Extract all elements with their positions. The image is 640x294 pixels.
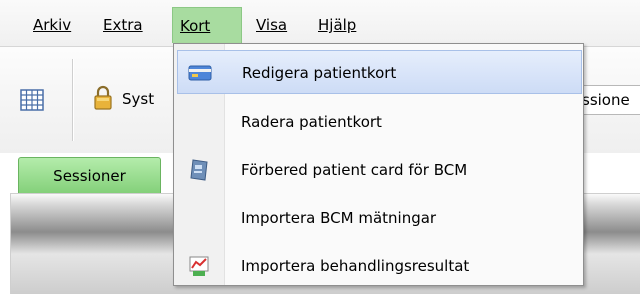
menu-visa-label: Visa xyxy=(256,16,288,34)
card-icon xyxy=(188,65,212,81)
kort-dropdown-menu: Redigera patientkort Radera patientkort … xyxy=(173,43,584,286)
menu-extra[interactable]: Extra xyxy=(96,7,150,43)
menu-arkiv[interactable]: Arkiv xyxy=(26,7,78,43)
tab-sessioner[interactable]: Sessioner xyxy=(18,157,161,193)
menu-item-importera-behandlingsresultat[interactable]: Importera behandlingsresultat xyxy=(177,244,582,288)
menu-visa[interactable]: Visa xyxy=(249,7,294,43)
menu-item-label: Importera behandlingsresultat xyxy=(241,257,470,275)
sessions-button[interactable]: ssione xyxy=(575,85,640,115)
menu-item-redigera-patientkort[interactable]: Redigera patientkort xyxy=(177,50,582,94)
menu-extra-label: Extra xyxy=(103,16,143,34)
menu-item-importera-bcm[interactable]: Importera BCM mätningar xyxy=(177,196,582,240)
grid-icon xyxy=(20,89,44,111)
menu-arkiv-label: Arkiv xyxy=(33,16,72,34)
menu-item-forbered-patient-card[interactable]: Förbered patient card för BCM xyxy=(177,148,582,192)
menu-item-radera-patientkort[interactable]: Radera patientkort xyxy=(177,100,582,144)
menu-item-label: Redigera patientkort xyxy=(242,64,397,82)
sessions-button-label: ssione xyxy=(582,91,630,109)
menu-hjalp[interactable]: Hjälp xyxy=(311,7,363,43)
system-button[interactable]: Syst xyxy=(92,85,182,115)
import-results-icon xyxy=(189,256,209,276)
menu-item-label: Förbered patient card för BCM xyxy=(241,161,468,179)
menu-kort[interactable]: Kort xyxy=(172,7,242,43)
menu-item-label: Importera BCM mätningar xyxy=(241,209,437,227)
menu-bar: Arkiv Extra Kort Visa Hjälp xyxy=(0,0,640,46)
patient-card-icon xyxy=(190,159,208,181)
grid-button[interactable] xyxy=(20,89,46,113)
menu-kort-label: Kort xyxy=(180,17,211,35)
menu-item-label: Radera patientkort xyxy=(241,113,382,131)
toolbar-separator xyxy=(72,59,73,141)
menu-hjalp-label: Hjälp xyxy=(318,16,357,34)
tab-sessioner-label: Sessioner xyxy=(53,167,126,185)
system-button-label: Syst xyxy=(122,90,155,108)
lock-icon xyxy=(94,85,112,110)
